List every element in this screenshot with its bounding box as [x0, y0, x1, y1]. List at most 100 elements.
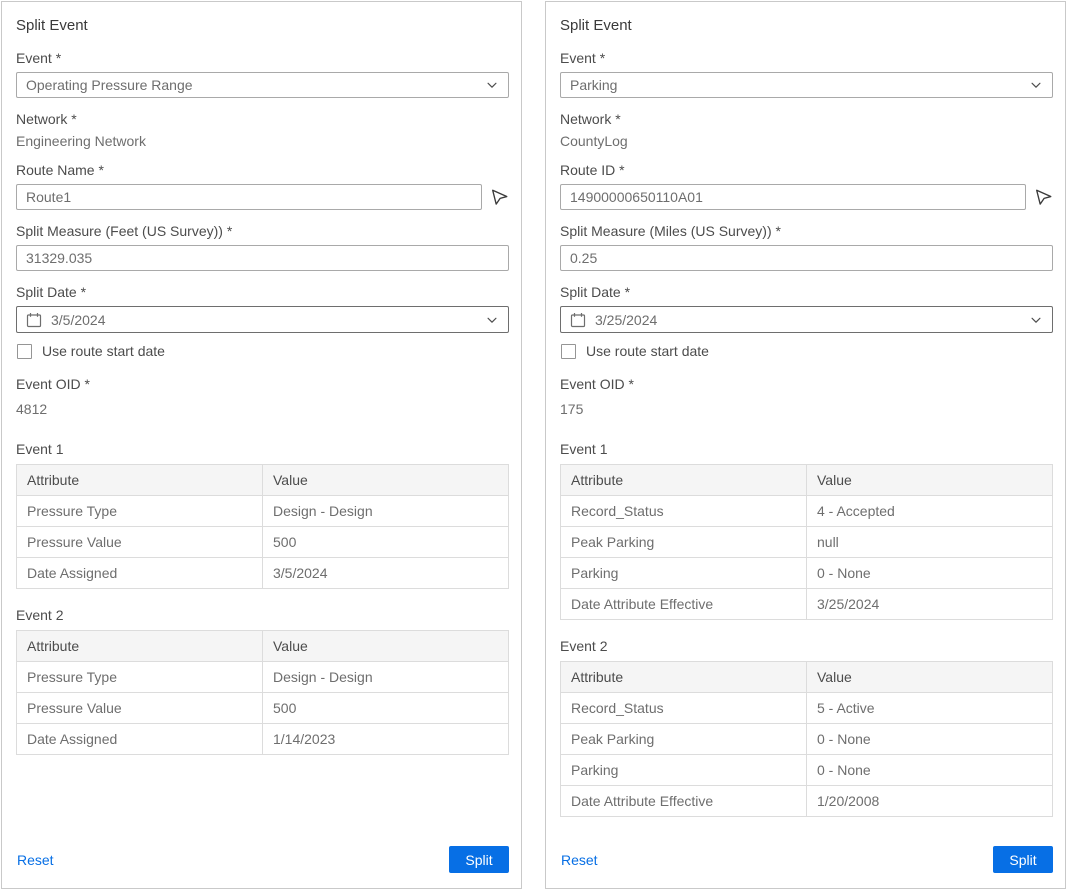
route-field-group: Route Name *: [16, 162, 509, 210]
column-header-attribute: Attribute: [17, 631, 263, 662]
split-date-picker[interactable]: 3/5/2024: [16, 306, 509, 333]
value-cell: 0 - None: [807, 755, 1053, 786]
use-route-start-date-row: Use route start date: [17, 343, 509, 359]
event-field-group: Event * Operating Pressure Range: [16, 50, 509, 98]
attribute-cell: Pressure Value: [17, 527, 263, 558]
value-cell: 3/25/2024: [807, 589, 1053, 620]
value-cell: 4 - Accepted: [807, 496, 1053, 527]
split-event-app: Split Event Event * Operating Pressure R…: [0, 0, 1067, 890]
table-row: Peak Parking 0 - None: [561, 724, 1053, 755]
column-header-value: Value: [807, 465, 1053, 496]
event1-attribute-table: Attribute Value Record_Status 4 - Accept…: [560, 464, 1053, 620]
chevron-down-icon: [1029, 313, 1043, 327]
measure-label: Split Measure (Feet (US Survey)) *: [16, 223, 509, 239]
attribute-cell: Date Assigned: [17, 724, 263, 755]
use-route-start-date-label: Use route start date: [586, 343, 709, 359]
split-measure-input[interactable]: [16, 245, 509, 271]
attribute-cell: Record_Status: [561, 693, 807, 724]
route-label: Route Name *: [16, 162, 509, 178]
event-oid-group: Event OID * 175: [560, 376, 1053, 417]
network-value: Engineering Network: [16, 133, 509, 149]
use-route-start-date-label: Use route start date: [42, 343, 165, 359]
split-date-value: 3/5/2024: [51, 312, 476, 328]
table-row: Pressure Value 500: [17, 693, 509, 724]
network-field-group: Network * Engineering Network: [16, 111, 509, 149]
event2-attribute-table: Attribute Value Record_Status 5 - Active…: [560, 661, 1053, 817]
split-measure-input[interactable]: [560, 245, 1053, 271]
table-header-row: Attribute Value: [561, 465, 1053, 496]
attribute-cell: Peak Parking: [561, 724, 807, 755]
event-oid-value: 4812: [16, 401, 509, 417]
attribute-cell: Parking: [561, 558, 807, 589]
table-row: Record_Status 4 - Accepted: [561, 496, 1053, 527]
network-label: Network *: [16, 111, 509, 127]
table-header-row: Attribute Value: [17, 465, 509, 496]
split-event-panel-left: Split Event Event * Operating Pressure R…: [1, 1, 522, 889]
value-cell: 1/20/2008: [807, 786, 1053, 817]
value-cell: 500: [263, 693, 509, 724]
chevron-down-icon: [485, 313, 499, 327]
event-select[interactable]: Operating Pressure Range: [16, 72, 509, 98]
event-oid-label: Event OID *: [560, 376, 1053, 392]
table-row: Parking 0 - None: [561, 558, 1053, 589]
panel-footer: Reset Split: [16, 846, 509, 875]
event-label: Event *: [560, 50, 1053, 66]
route-field-group: Route ID *: [560, 162, 1053, 210]
reset-link[interactable]: Reset: [17, 852, 54, 868]
split-date-label: Split Date *: [560, 284, 1053, 300]
value-cell: 5 - Active: [807, 693, 1053, 724]
split-button[interactable]: Split: [449, 846, 509, 873]
split-date-label: Split Date *: [16, 284, 509, 300]
route-input[interactable]: [560, 184, 1026, 210]
measure-label: Split Measure (Miles (US Survey)) *: [560, 223, 1053, 239]
value-cell: 3/5/2024: [263, 558, 509, 589]
column-header-attribute: Attribute: [561, 465, 807, 496]
event-select[interactable]: Parking: [560, 72, 1053, 98]
event2-section-title: Event 2: [560, 638, 1053, 654]
panel-title: Split Event: [16, 17, 509, 34]
value-cell: 1/14/2023: [263, 724, 509, 755]
network-label: Network *: [560, 111, 1053, 127]
calendar-icon: [570, 312, 586, 328]
chevron-down-icon: [1029, 78, 1043, 92]
network-field-group: Network * CountyLog: [560, 111, 1053, 149]
value-cell: Design - Design: [263, 496, 509, 527]
reset-link[interactable]: Reset: [561, 852, 598, 868]
event2-section-title: Event 2: [16, 607, 509, 623]
attribute-cell: Date Attribute Effective: [561, 786, 807, 817]
event-oid-group: Event OID * 4812: [16, 376, 509, 417]
use-route-start-date-checkbox[interactable]: [561, 344, 576, 359]
pick-on-map-arrow-icon[interactable]: [1035, 188, 1053, 206]
event-select-value: Parking: [570, 77, 617, 93]
column-header-attribute: Attribute: [17, 465, 263, 496]
value-cell: 0 - None: [807, 558, 1053, 589]
event-oid-value: 175: [560, 401, 1053, 417]
value-cell: Design - Design: [263, 662, 509, 693]
split-button[interactable]: Split: [993, 846, 1053, 873]
split-date-picker[interactable]: 3/25/2024: [560, 306, 1053, 333]
measure-field-group: Split Measure (Miles (US Survey)) *: [560, 223, 1053, 271]
table-row: Peak Parking null: [561, 527, 1053, 558]
panel-title: Split Event: [560, 17, 1053, 34]
measure-field-group: Split Measure (Feet (US Survey)) *: [16, 223, 509, 271]
route-input[interactable]: [16, 184, 482, 210]
use-route-start-date-row: Use route start date: [561, 343, 1053, 359]
split-date-value: 3/25/2024: [595, 312, 1020, 328]
table-row: Pressure Value 500: [17, 527, 509, 558]
table-row: Pressure Type Design - Design: [17, 496, 509, 527]
split-event-panel-right: Split Event Event * Parking Network * Co…: [545, 1, 1066, 889]
network-value: CountyLog: [560, 133, 1053, 149]
table-row: Date Attribute Effective 1/20/2008: [561, 786, 1053, 817]
event1-attribute-table: Attribute Value Pressure Type Design - D…: [16, 464, 509, 589]
table-header-row: Attribute Value: [561, 662, 1053, 693]
column-header-value: Value: [263, 465, 509, 496]
use-route-start-date-checkbox[interactable]: [17, 344, 32, 359]
pick-on-map-arrow-icon[interactable]: [491, 188, 509, 206]
attribute-cell: Record_Status: [561, 496, 807, 527]
event-select-value: Operating Pressure Range: [26, 77, 193, 93]
column-header-value: Value: [807, 662, 1053, 693]
value-cell: 500: [263, 527, 509, 558]
date-field-group: Split Date * 3/5/2024: [16, 284, 509, 333]
attribute-cell: Pressure Type: [17, 496, 263, 527]
panel-footer: Reset Split: [560, 846, 1053, 875]
